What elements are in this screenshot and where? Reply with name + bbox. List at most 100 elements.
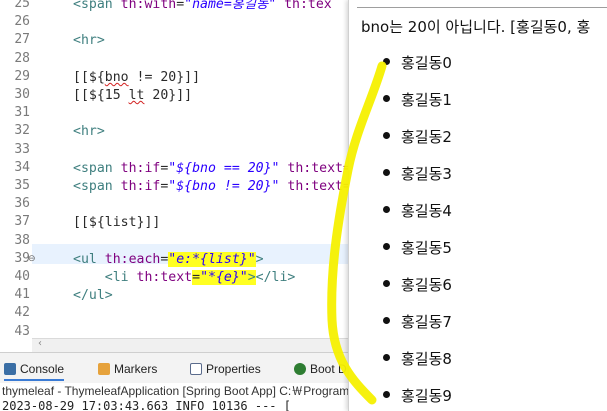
console-title: thymeleaf - ThymeleafApplication [Spring…: [2, 384, 350, 398]
markers-icon: [98, 363, 110, 375]
line-number: 27: [14, 32, 30, 48]
code-line: [[${bno != 20}]]: [73, 69, 200, 87]
code-token: "e:*{list}": [168, 251, 256, 267]
line-number: 37: [14, 214, 30, 230]
code-token: >: [247, 270, 256, 285]
code-token: =: [192, 270, 201, 285]
code-token: th:each: [104, 251, 161, 267]
line-number: 42: [14, 305, 30, 321]
code-token: "*{e}": [200, 270, 248, 285]
line-number: 39: [14, 250, 30, 266]
view-tab-bar: Console Markers Properties Boot D: [0, 352, 352, 383]
code-line: <span th:with="name=홍길동" th:tex: [73, 0, 332, 14]
code-token: th:text=: [279, 179, 351, 194]
line-number: 26: [14, 14, 30, 30]
code-line: [[${list}]]: [73, 214, 160, 232]
list-item-text: 홍길동4: [401, 202, 452, 220]
tab-console-label: Console: [20, 362, 65, 376]
properties-icon: [190, 363, 202, 375]
code-token: <ul: [73, 251, 105, 267]
tab-markers[interactable]: Markers: [98, 362, 157, 376]
bullet-icon: [383, 391, 390, 398]
code-token: =: [176, 0, 185, 12]
bullet-icon: [383, 243, 390, 250]
code-token: 20}]]: [144, 88, 193, 103]
code-token: "${bno != 20}": [168, 179, 280, 194]
list-item-text: 홍길동2: [401, 128, 452, 146]
code-token: "${bno == 20}": [168, 160, 280, 176]
code-line: <ul th:each="e:*{list}">: [73, 251, 264, 269]
console-log-line: 2023-08-29 17:03:43.663 INFO 10136 --- [: [2, 399, 291, 411]
list-item: 홍길동0: [383, 52, 452, 73]
code-token: [[${list}]]: [73, 215, 161, 231]
code-token: <span: [73, 160, 121, 176]
tab-properties[interactable]: Properties: [190, 362, 261, 376]
console-icon: [4, 363, 16, 375]
line-number: 35: [14, 178, 30, 193]
tab-boot-dashboard[interactable]: Boot D: [294, 362, 347, 376]
tab-console[interactable]: Console: [4, 362, 65, 381]
code-line: <hr>: [73, 123, 105, 141]
code-token: <span: [73, 179, 121, 194]
code-token: <hr>: [73, 33, 105, 49]
list-item: 홍길동4: [383, 200, 452, 221]
list-item-text: 홍길동0: [401, 54, 452, 72]
line-number: 40: [14, 269, 30, 284]
list-item: 홍길동9: [383, 385, 452, 406]
code-token: >: [255, 251, 264, 267]
rendered-page-view: bno는 20이 아닙니다. [홍길동0, 홍 홍길동0 홍길동1 홍길동2 홍길동3…: [348, 0, 607, 411]
list-item: 홍길동6: [383, 274, 452, 295]
code-token: th:text=: [279, 160, 351, 176]
code-line: <span th:if="${bno == 20}" th:text=: [73, 160, 351, 178]
line-number: 38: [14, 232, 30, 248]
list-item: 홍길동2: [383, 126, 452, 147]
code-line: <span th:if="${bno != 20}" th:text=: [73, 178, 351, 196]
code-token: <hr>: [73, 124, 105, 140]
code-token: "name=홍길동": [184, 0, 277, 12]
tab-properties-label: Properties: [206, 362, 261, 376]
list-item-text: 홍길동6: [401, 276, 452, 294]
tab-markers-label: Markers: [114, 362, 158, 376]
code-token: <span: [73, 0, 121, 12]
line-number: 43: [14, 323, 30, 338]
fold-toggle-icon[interactable]: ⊖: [28, 254, 36, 264]
list-item-text: 홍길동5: [401, 239, 452, 257]
bullet-icon: [383, 58, 390, 65]
list-item: 홍길동7: [383, 311, 452, 332]
line-number: 33: [14, 141, 30, 157]
horizontal-rule: [357, 7, 607, 8]
list-item: 홍길동3: [383, 163, 452, 184]
list-item-text: 홍길동9: [401, 387, 452, 405]
line-number: 25: [14, 0, 30, 11]
horizontal-scrollbar[interactable]: ‹: [32, 338, 352, 353]
bullet-icon: [383, 95, 390, 102]
list-item-text: 홍길동7: [401, 313, 452, 331]
tab-boot-dashboard-label: Boot D: [310, 362, 347, 376]
code-token: </ul>: [73, 288, 113, 304]
code-token: lt: [128, 88, 145, 103]
code-token: <li: [73, 270, 137, 285]
scroll-left-icon[interactable]: ‹: [38, 338, 42, 349]
code-token: th:tex: [276, 0, 332, 12]
line-number: 28: [14, 50, 30, 66]
bullet-icon: [383, 280, 390, 287]
line-number: 30: [14, 87, 30, 102]
code-line: <hr>: [73, 32, 105, 50]
list-item-text: 홍길동8: [401, 350, 452, 368]
list-item: 홍길동1: [383, 89, 452, 110]
code-token: </li>: [255, 270, 296, 285]
boot-dashboard-icon: [294, 363, 306, 375]
code-editor[interactable]: 25 <span th:with="name=홍길동" th:tex 26 27 <hr…: [0, 0, 352, 338]
list-item-text: 홍길동1: [401, 91, 452, 109]
line-number: 32: [14, 123, 30, 139]
line-number: 34: [14, 159, 30, 175]
code-line: </ul>: [73, 287, 113, 305]
bullet-icon: [383, 317, 390, 324]
code-token: th:text: [136, 270, 193, 285]
code-token: bno: [104, 69, 129, 85]
bullet-icon: [383, 354, 390, 361]
code-token: th:with: [120, 0, 177, 12]
line-number: 41: [14, 287, 30, 303]
code-line: <li th:text="*{e}"></li>: [73, 269, 295, 287]
code-token: [[${15: [73, 88, 129, 103]
